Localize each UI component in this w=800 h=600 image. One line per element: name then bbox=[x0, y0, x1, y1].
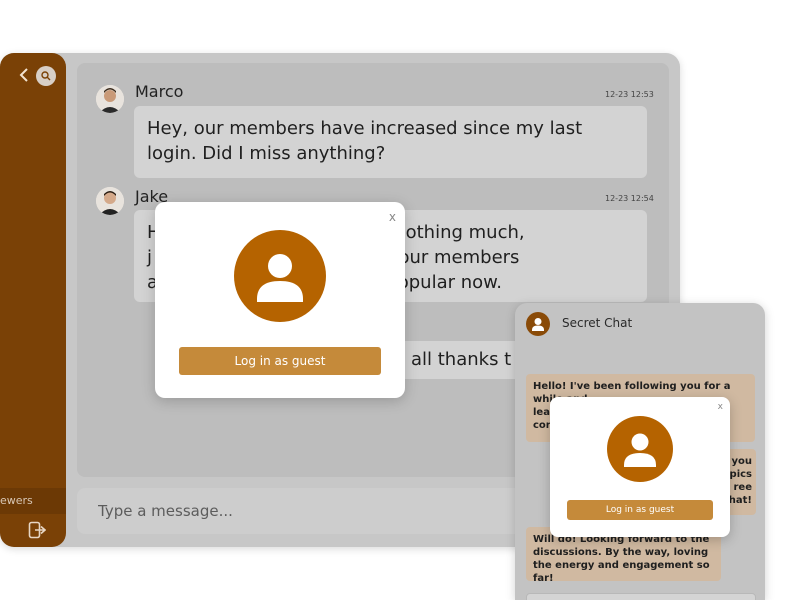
guest-login-modal: x Log in as guest bbox=[155, 202, 405, 398]
logout-icon[interactable] bbox=[28, 521, 48, 541]
message-time: 12-23 12:53 bbox=[605, 90, 654, 99]
close-icon[interactable]: x bbox=[718, 402, 723, 412]
user-icon bbox=[607, 416, 673, 482]
widget-message-input[interactable] bbox=[526, 593, 756, 600]
widget-guest-login-modal: x Log in as guest bbox=[550, 397, 730, 537]
message-time: 12-23 12:54 bbox=[605, 194, 654, 203]
avatar bbox=[96, 187, 124, 215]
chevron-left-icon[interactable] bbox=[18, 67, 30, 83]
avatar bbox=[96, 85, 124, 113]
close-icon[interactable]: x bbox=[389, 210, 396, 224]
sidebar-item-viewers[interactable]: ewers bbox=[0, 488, 66, 514]
widget-header: Secret Chat bbox=[515, 303, 765, 343]
guest-login-button[interactable]: Log in as guest bbox=[179, 347, 381, 375]
user-icon bbox=[526, 312, 550, 336]
stage: ewers Marco 12-23 12:53 Hey, our members… bbox=[0, 0, 800, 600]
search-icon[interactable] bbox=[36, 66, 56, 86]
widget-title: Secret Chat bbox=[562, 316, 633, 330]
message-bubble: Hey, our members have increased since my… bbox=[134, 106, 647, 178]
guest-login-button[interactable]: Log in as guest bbox=[567, 500, 713, 520]
message-author: Marco bbox=[135, 82, 184, 101]
sidebar-item-label: ewers bbox=[0, 494, 33, 507]
sidebar: ewers bbox=[0, 53, 66, 547]
user-icon bbox=[234, 230, 326, 322]
message-input[interactable] bbox=[98, 501, 518, 521]
